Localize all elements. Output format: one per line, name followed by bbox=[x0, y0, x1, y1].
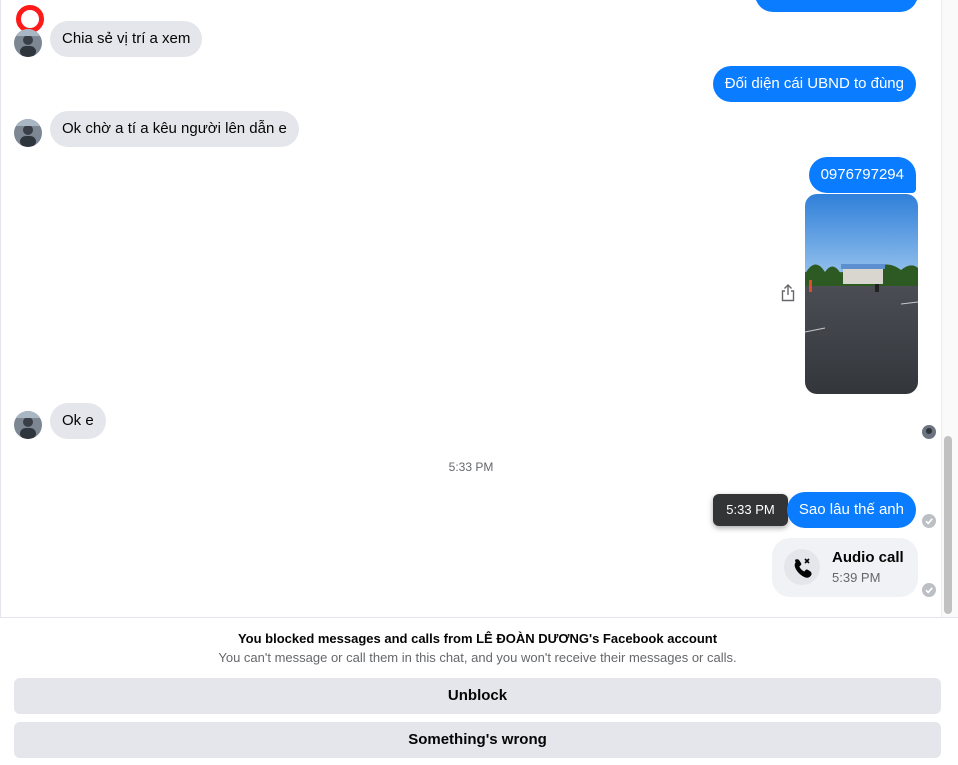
message-time-tooltip: 5:33 PM bbox=[713, 494, 788, 526]
message-bubble-outgoing[interactable]: 0976797294 bbox=[808, 157, 916, 193]
missed-call-icon bbox=[784, 549, 820, 585]
audio-call-card[interactable]: Audio call 5:39 PM bbox=[772, 538, 918, 597]
blocked-subtitle: You can't message or call them in this c… bbox=[218, 650, 737, 665]
avatar[interactable] bbox=[14, 119, 42, 147]
message-bubble-incoming[interactable]: Ok e bbox=[50, 403, 106, 439]
chat-thread: Chia sẻ vị trí a xem Đối diện cái UBND t… bbox=[0, 0, 958, 617]
share-icon[interactable] bbox=[780, 284, 796, 302]
seen-avatar bbox=[922, 425, 936, 439]
sent-check-icon bbox=[922, 583, 936, 597]
message-bubble-outgoing[interactable]: Sao lâu thế anh bbox=[786, 492, 916, 528]
call-time: 5:39 PM bbox=[832, 570, 881, 585]
shared-photo[interactable] bbox=[805, 194, 918, 394]
timestamp-divider: 5:33 PM bbox=[448, 460, 494, 474]
sent-check-icon bbox=[922, 514, 936, 528]
message-bubble-incoming[interactable]: Ok chờ a tí a kêu người lên dẫn e bbox=[50, 111, 299, 147]
message-bubble-outgoing-cut[interactable] bbox=[755, 0, 918, 12]
call-title: Audio call bbox=[832, 549, 904, 566]
avatar[interactable] bbox=[14, 29, 42, 57]
message-bubble-outgoing[interactable]: Đối diện cái UBND to đùng bbox=[712, 66, 916, 102]
blocked-footer: You blocked messages and calls from LÊ Đ… bbox=[0, 617, 958, 765]
something-wrong-button[interactable]: Something's wrong bbox=[14, 722, 941, 758]
blocked-title: You blocked messages and calls from LÊ Đ… bbox=[237, 631, 718, 646]
scrollbar-thumb[interactable] bbox=[944, 436, 952, 614]
unblock-button[interactable]: Unblock bbox=[14, 678, 941, 714]
avatar[interactable] bbox=[14, 411, 42, 439]
message-bubble-incoming[interactable]: Chia sẻ vị trí a xem bbox=[50, 21, 203, 57]
